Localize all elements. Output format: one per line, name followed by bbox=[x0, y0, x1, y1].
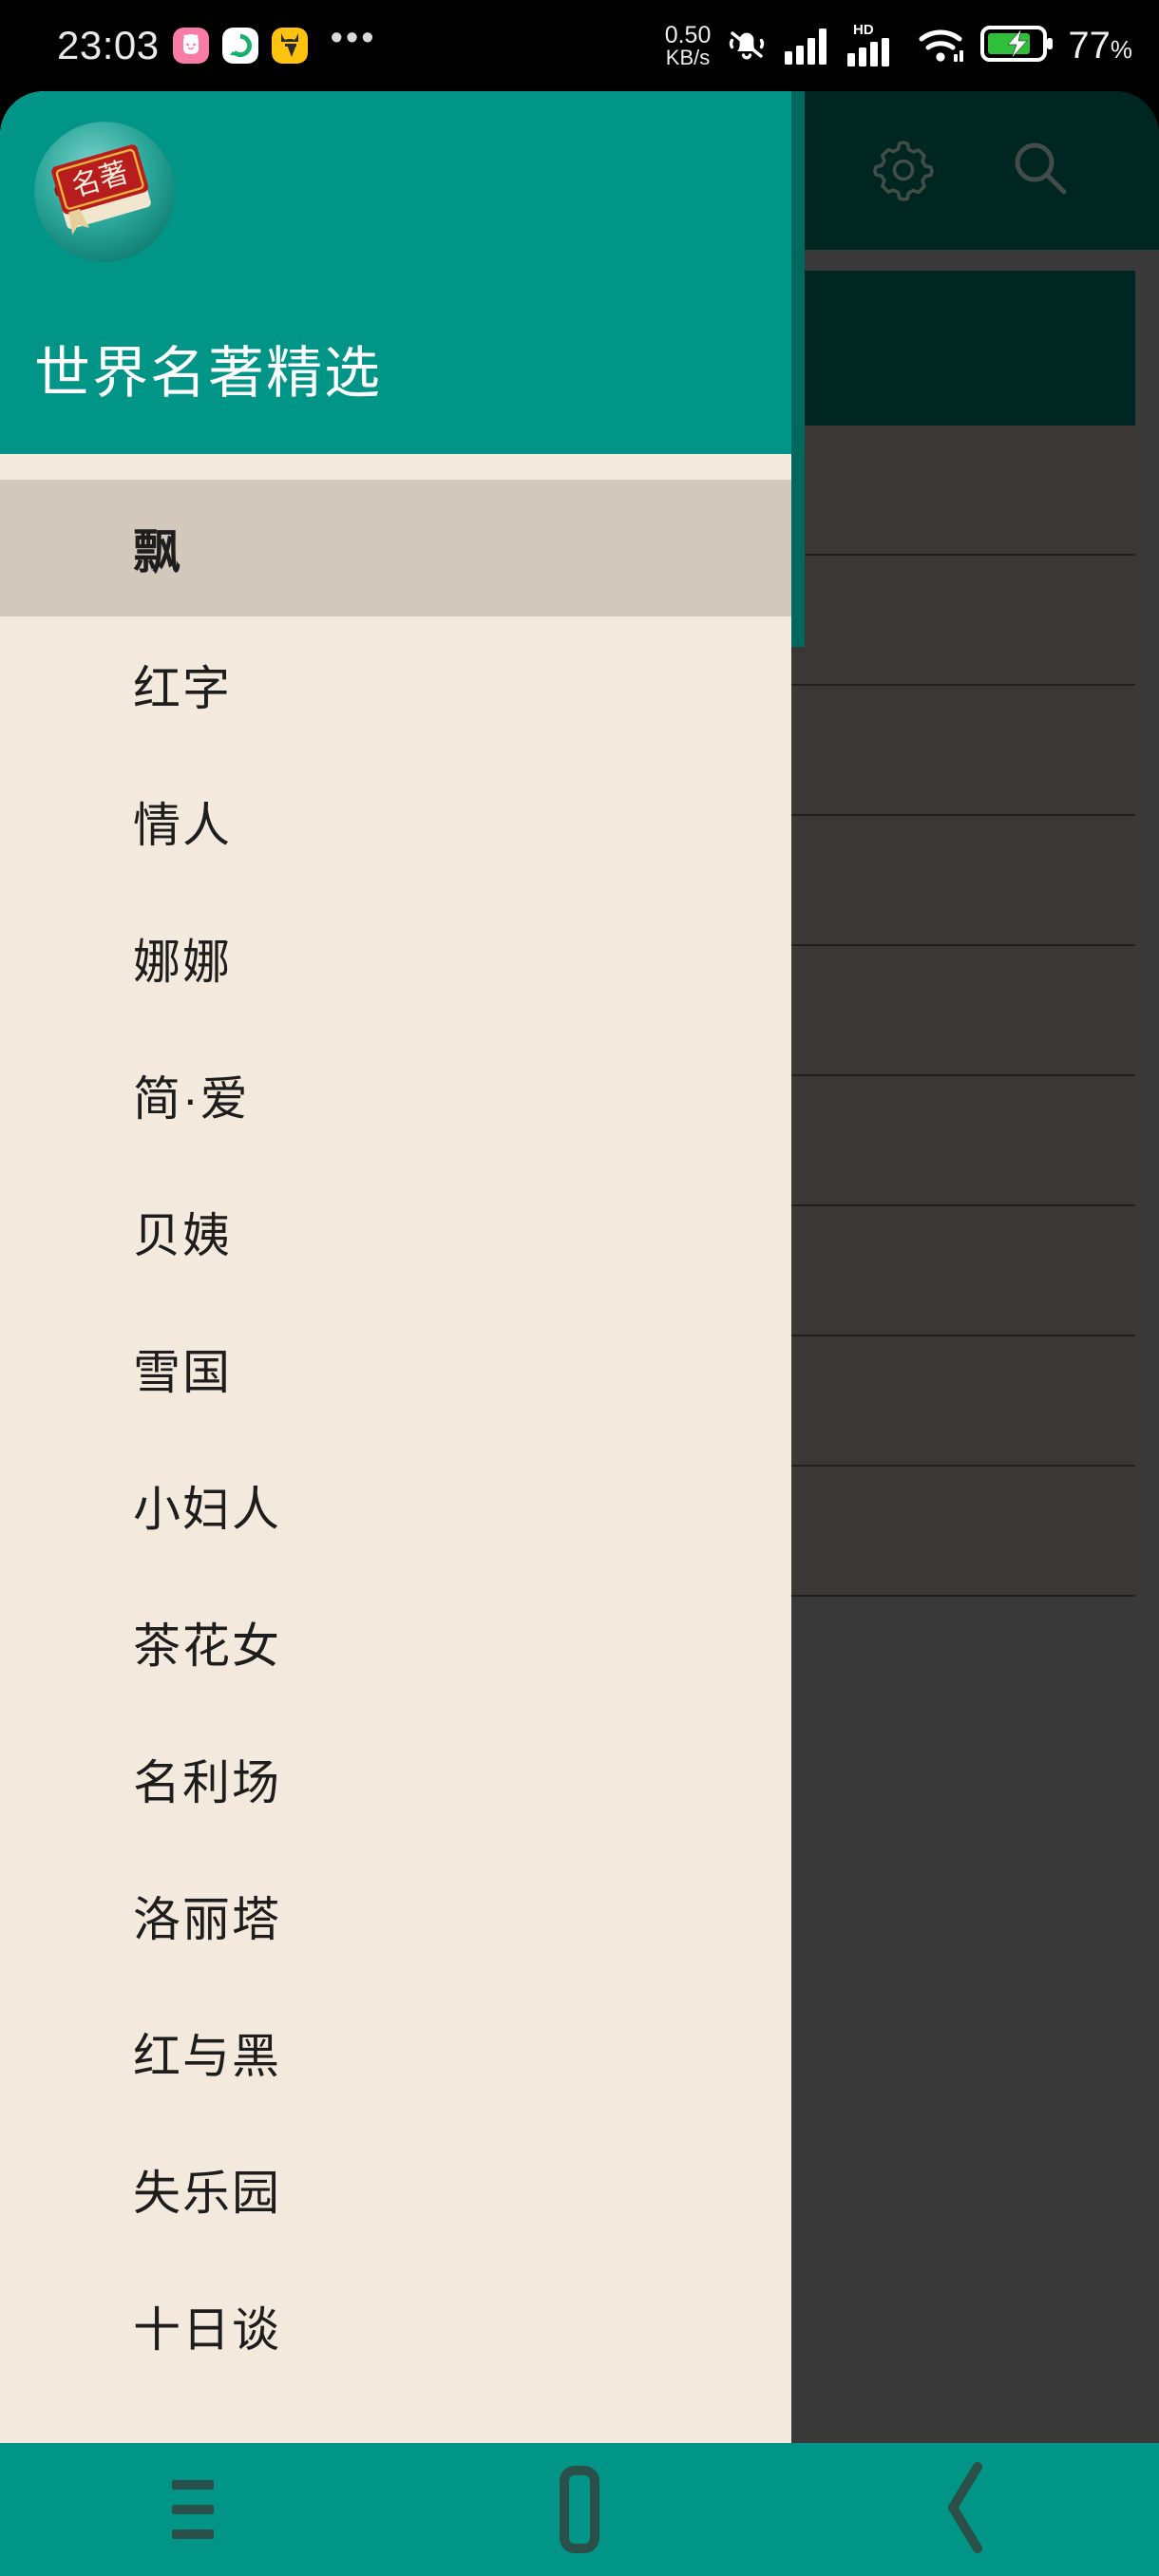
network-speed-indicator: 0.50 KB/s bbox=[665, 23, 712, 69]
drawer-item-xueguo[interactable]: 雪国 bbox=[0, 1300, 791, 1437]
status-bar[interactable]: 23:03 ••• 0.50 KB/s HD 77% bbox=[0, 0, 1159, 91]
status-bar-clock: 23:03 bbox=[57, 23, 160, 67]
status-bar-left: 23:03 ••• bbox=[57, 18, 377, 67]
drawer-item-beiyi[interactable]: 贝姨 bbox=[0, 1164, 791, 1300]
home-button[interactable] bbox=[499, 2443, 660, 2576]
status-bar-right: 0.50 KB/s HD 77% bbox=[665, 19, 1132, 73]
battery-percent-value: 77 bbox=[1068, 24, 1111, 66]
navigation-drawer: 名著 世界名著精选 飘 红字 情人 娜娜 简·爱 贝姨 雪国 小妇人 茶花女 名… bbox=[0, 91, 791, 2443]
network-speed-value: 0.50 bbox=[664, 21, 712, 48]
drawer-item-nana[interactable]: 娜娜 bbox=[0, 890, 791, 1027]
hamburger-icon bbox=[172, 2480, 215, 2539]
chevron-left-icon bbox=[938, 2455, 995, 2565]
yellow-cat-app-icon bbox=[271, 28, 308, 64]
drawer-item-shiritan[interactable]: 十日谈 bbox=[0, 2258, 791, 2395]
system-navigation-bar bbox=[0, 2443, 1159, 2576]
green-camera-app-icon bbox=[221, 28, 258, 64]
app-window: 名著 世界名著精选 飘 红字 情人 娜娜 简·爱 贝姨 雪国 小妇人 茶花女 名… bbox=[0, 91, 1159, 2443]
status-bar-overflow-dots: ••• bbox=[330, 18, 377, 59]
battery-percent-symbol: % bbox=[1110, 34, 1132, 64]
square-icon bbox=[559, 2466, 599, 2553]
drawer-item-xiaofuren[interactable]: 小妇人 bbox=[0, 1437, 791, 1574]
drawer-item-luolita[interactable]: 洛丽塔 bbox=[0, 1847, 791, 1984]
drawer-scrollbar[interactable] bbox=[791, 91, 805, 647]
network-speed-unit: KB/s bbox=[665, 45, 711, 69]
rabbit-app-icon bbox=[172, 28, 209, 64]
wifi-icon bbox=[916, 20, 969, 72]
drawer-item-jianai[interactable]: 简·爱 bbox=[0, 1027, 791, 1164]
drawer-header-gap bbox=[0, 454, 791, 480]
book-app-logo: 名著 bbox=[34, 122, 175, 262]
signal-bars-icon bbox=[783, 21, 834, 71]
silent-bell-icon bbox=[722, 19, 771, 73]
drawer-item-qingren[interactable]: 情人 bbox=[0, 753, 791, 890]
drawer-item-piao[interactable]: 飘 bbox=[0, 480, 791, 616]
drawer-title: 世界名著精选 bbox=[34, 342, 383, 405]
battery-charging-icon bbox=[980, 22, 1054, 70]
recents-button[interactable] bbox=[112, 2443, 274, 2576]
back-button[interactable] bbox=[885, 2443, 1047, 2576]
battery-percent-label: 77% bbox=[1068, 25, 1132, 67]
svg-text:HD: HD bbox=[853, 22, 874, 38]
drawer-item-minglichang[interactable]: 名利场 bbox=[0, 1711, 791, 1847]
drawer-header: 名著 世界名著精选 bbox=[0, 91, 791, 454]
drawer-item-list[interactable]: 飘 红字 情人 娜娜 简·爱 贝姨 雪国 小妇人 茶花女 名利场 洛丽塔 红与黑… bbox=[0, 480, 791, 2443]
drawer-item-hongzi[interactable]: 红字 bbox=[0, 616, 791, 753]
drawer-item-shileyuan[interactable]: 失乐园 bbox=[0, 2121, 791, 2258]
hd-signal-bars-icon: HD bbox=[846, 19, 904, 73]
drawer-item-chahuanu[interactable]: 茶花女 bbox=[0, 1574, 791, 1711]
drawer-item-hongyuhei[interactable]: 红与黑 bbox=[0, 1984, 791, 2121]
